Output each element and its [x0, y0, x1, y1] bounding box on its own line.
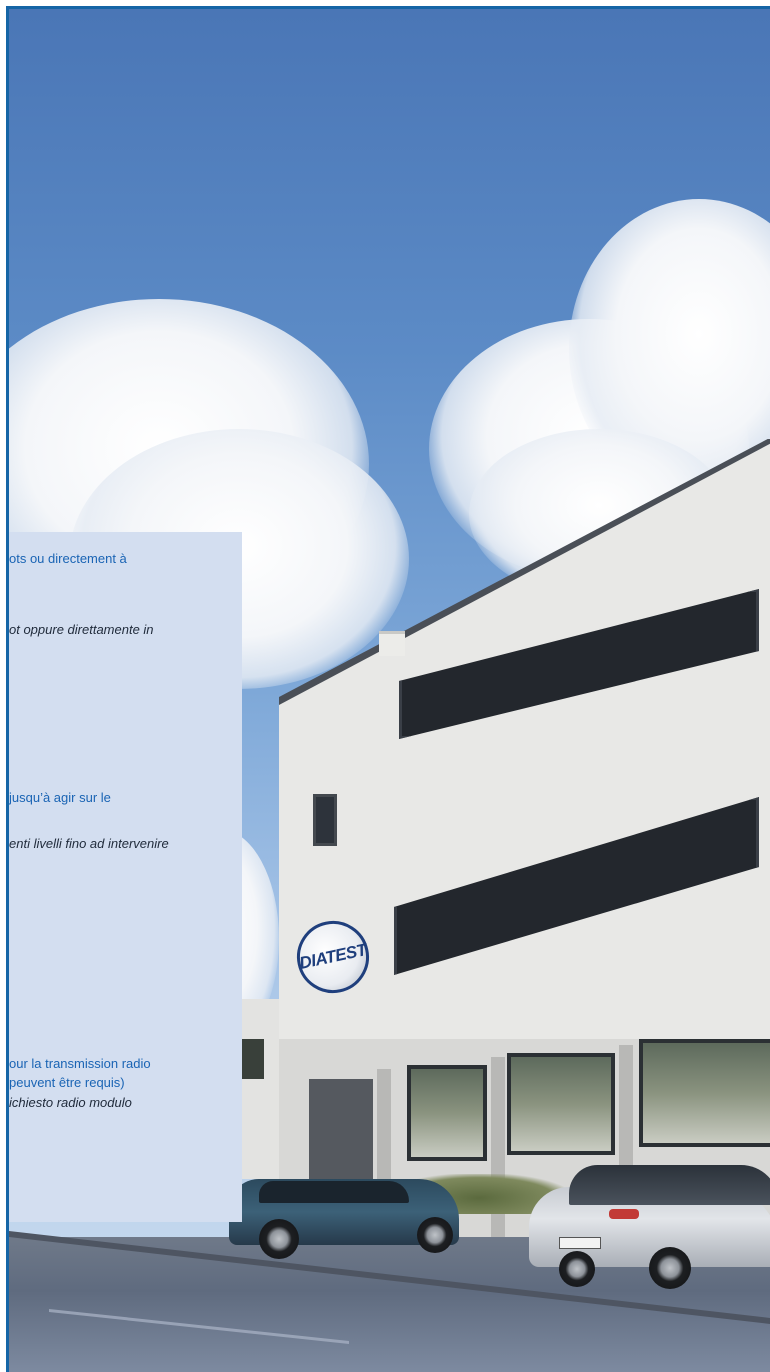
chimney [379, 631, 405, 656]
page: DIATEST ots ou directement à ot oppure d… [0, 0, 770, 1372]
logo-text: DIATEST [297, 940, 369, 973]
ground-window [407, 1065, 487, 1161]
side-window [242, 1039, 264, 1079]
panel-line-4: enti livelli fino ad intervenire [9, 836, 169, 851]
ground-window [639, 1039, 770, 1147]
panel-line-1: ots ou directement à [9, 551, 127, 566]
car-wheel [559, 1251, 595, 1287]
panel-line-7: ichiesto radio modulo [9, 1095, 132, 1110]
ground-window [507, 1053, 615, 1155]
small-window [313, 794, 337, 846]
car-wheel [649, 1247, 691, 1289]
car-windows [259, 1181, 409, 1203]
car-wheel [259, 1219, 299, 1259]
tail-light [609, 1209, 639, 1219]
text-panel: ots ou directement à ot oppure direttame… [9, 532, 242, 1222]
panel-line-6: peuvent être requis) [9, 1075, 125, 1090]
car-windows [569, 1165, 770, 1205]
panel-line-3: jusqu’à agir sur le [9, 790, 111, 805]
office-building: DIATEST [279, 439, 770, 1239]
photo-frame: DIATEST ots ou directement à ot oppure d… [6, 6, 770, 1372]
license-plate [559, 1237, 601, 1249]
panel-line-5: our la transmission radio [9, 1056, 151, 1071]
car-wheel [417, 1217, 453, 1253]
panel-line-2: ot oppure direttamente in [9, 622, 154, 637]
blue-car [229, 1169, 469, 1259]
silver-car [529, 1157, 770, 1289]
